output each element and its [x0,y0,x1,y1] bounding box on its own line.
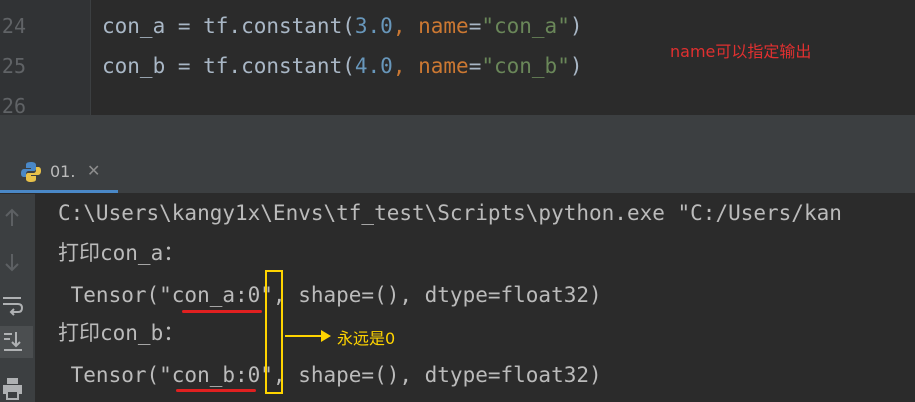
keyword-arg: name [418,54,469,78]
scroll-to-end-toggle[interactable] [0,326,33,358]
number-literal: 3.0 [354,14,393,38]
console-output[interactable]: C:\Users\kangy1x\Envs\tf_test\Scripts\py… [36,194,915,402]
soft-wrap-icon[interactable] [0,290,25,318]
console-line: C:\Users\kangy1x\Envs\tf_test\Scripts\py… [58,201,842,225]
code-text: , [392,54,419,78]
string-literal: "con_b" [481,54,570,78]
line-number: 25 [1,54,26,78]
arrow-down-icon[interactable] [0,248,25,276]
annotation-yellow: 永远是0 [337,329,396,348]
close-icon[interactable]: ✕ [87,161,100,180]
variable-name: con_b [102,54,166,78]
string-literal: "con_a" [481,14,570,38]
arrow-up-icon[interactable] [0,204,25,232]
line-number-gutter: 24 25 26 [0,0,91,115]
console-line: 打印con_b： [58,321,185,345]
arrow-right-icon [285,330,331,342]
code-text: ) [569,14,583,38]
red-underline [182,310,262,313]
panel-splitter[interactable] [0,115,915,151]
run-tab-label: 01. [50,162,76,181]
number-literal: 4.0 [354,54,393,78]
code-text: = [468,54,482,78]
code-text: = tf.constant( [165,14,355,38]
red-underline [176,389,256,392]
console-toolbar [0,194,35,402]
console-line: Tensor("con_a:0", shape=(), dtype=float3… [58,283,602,307]
run-tab[interactable]: 01. ✕ [0,151,118,193]
keyword-arg: name [418,14,469,38]
annotation-red: name可以指定输出 [670,42,812,61]
print-icon[interactable] [0,374,25,402]
code-line[interactable]: con_a = tf.constant(3.0, name="con_a") [102,13,583,39]
highlight-box [265,270,283,394]
code-editor[interactable]: 24 25 26 con_a = tf.constant(3.0, name="… [0,0,915,115]
python-icon [21,162,41,182]
scroll-to-end-icon [4,332,22,351]
line-number: 24 [1,14,26,38]
run-tab-bar: 01. ✕ [0,151,915,194]
console-line: 打印con_a： [58,241,185,265]
variable-name: con_a [102,14,166,38]
code-text: ) [569,54,583,78]
code-text: = [468,14,482,38]
code-text: , [392,14,419,38]
console-line: Tensor("con_b:0", shape=(), dtype=float3… [58,363,602,387]
line-number: 26 [1,94,26,115]
code-line[interactable]: con_b = tf.constant(4.0, name="con_b") [102,53,583,79]
code-text: = tf.constant( [165,54,355,78]
